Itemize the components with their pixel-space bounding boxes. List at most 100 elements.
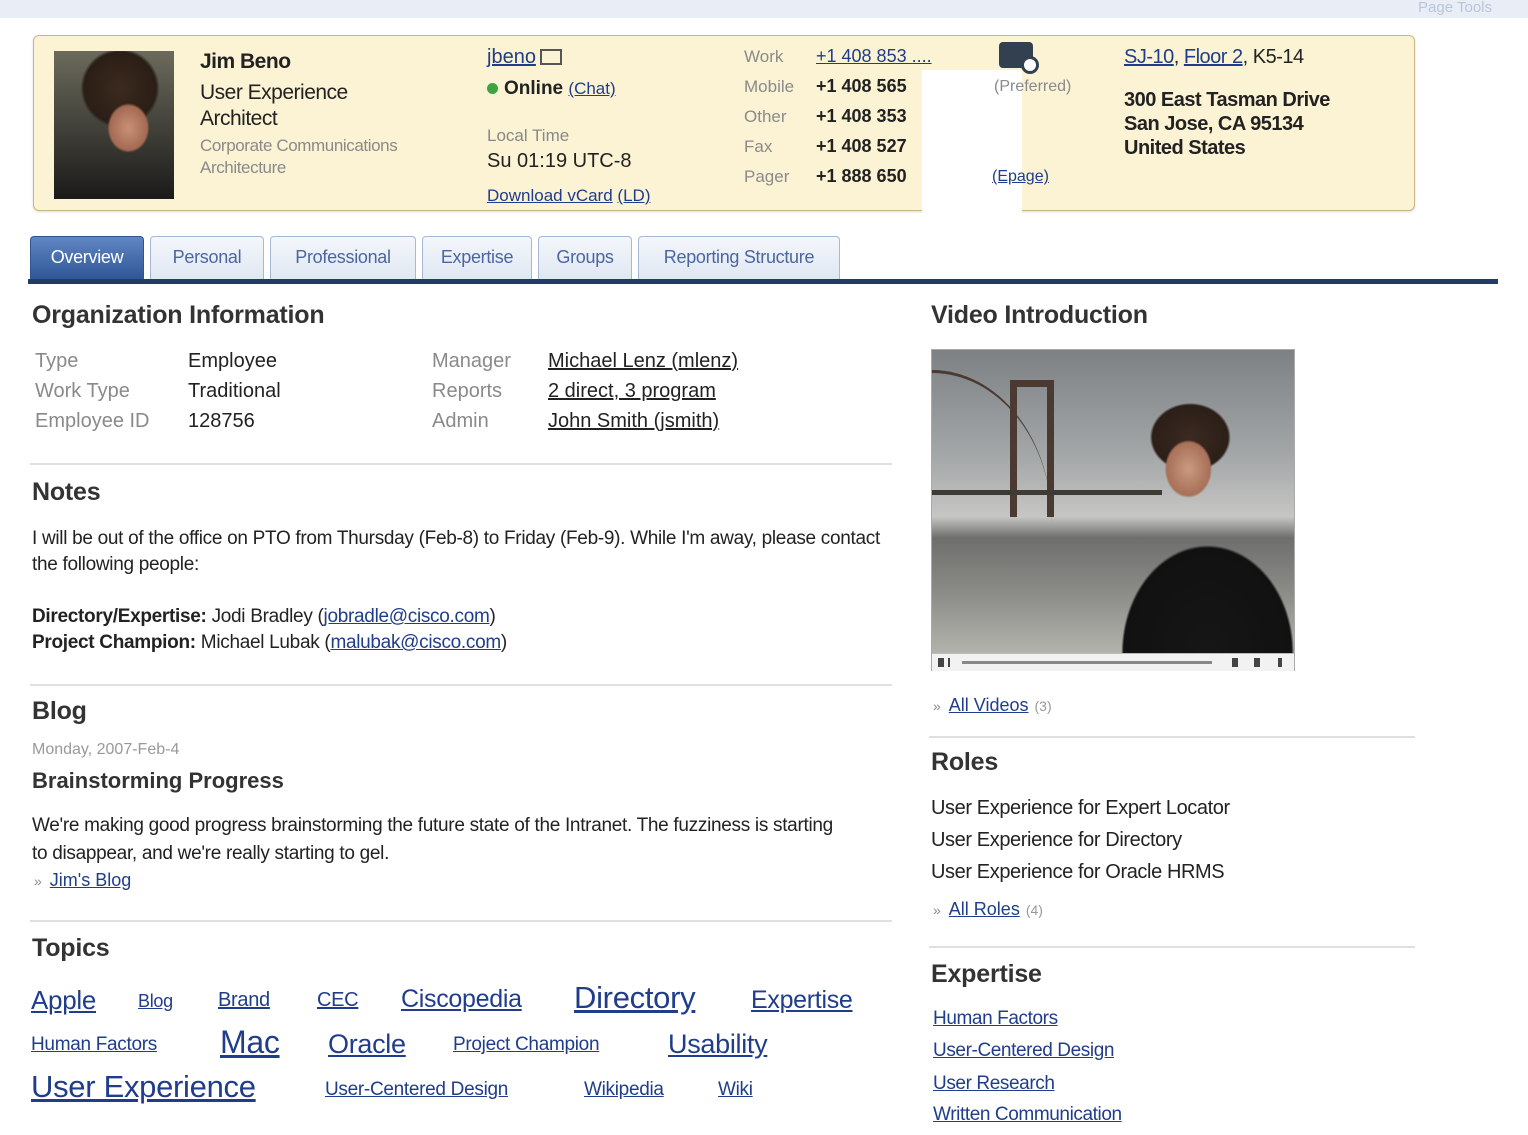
org-value: 128756 [188, 410, 255, 432]
manager-link[interactable]: Michael Lenz (mlenz) [548, 350, 738, 373]
topic-tag[interactable]: User-Centered Design [325, 1079, 508, 1101]
desk-phone-icon[interactable] [999, 42, 1039, 74]
page-tools-link[interactable]: Page Tools [1418, 0, 1492, 16]
topic-tag[interactable]: Wiki [718, 1079, 753, 1101]
presence-column: jbeno Online (Chat) Local Time Su 01:19 … [487, 46, 650, 205]
floor-link[interactable]: Floor 2 [1184, 46, 1243, 68]
role-item: User Experience for Expert Locator [931, 797, 1230, 819]
office-address: SJ-10, Floor 2, K5-14 300 East Tasman Dr… [1124, 46, 1330, 159]
topic-tag[interactable]: Blog [138, 991, 173, 1012]
all-videos-link[interactable]: All Videos [949, 695, 1029, 715]
video-more: » All Videos (3) [933, 695, 1052, 716]
vcard-extra-link[interactable]: (LD) [617, 186, 650, 205]
topic-tag[interactable]: Oracle [328, 1029, 406, 1060]
epage-link[interactable]: (Epage) [992, 168, 1049, 186]
topic-tag[interactable]: Project Champion [453, 1034, 600, 1056]
section-heading-organization: Organization Information [32, 301, 325, 329]
tab-underline [28, 279, 1498, 284]
video-count: (3) [1034, 698, 1052, 714]
userid-link[interactable]: jbeno [487, 46, 536, 68]
topic-tag[interactable]: Directory [574, 980, 696, 1016]
topic-tag[interactable]: CEC [317, 989, 359, 1012]
building-link[interactable]: SJ-10 [1124, 46, 1174, 68]
video-player[interactable] [931, 349, 1295, 671]
phone-label: Work [744, 47, 784, 66]
contact-card: Jim Beno User Experience Architect Corpo… [33, 35, 1415, 222]
phone-row-fax: Fax +1 408 527 [744, 136, 907, 157]
tab-overview[interactable]: Overview [30, 236, 144, 280]
phone-label: Pager [744, 167, 790, 186]
jims-blog-link[interactable]: Jim's Blog [50, 870, 131, 890]
phone-number: +1 408 565 [816, 76, 907, 96]
tab-groups[interactable]: Groups [538, 236, 632, 280]
email-icon[interactable] [539, 49, 562, 65]
expertise-link[interactable]: Written Communication [933, 1104, 1122, 1126]
topic-tag[interactable]: Brand [218, 989, 270, 1012]
play-icon[interactable] [938, 658, 944, 667]
video-person [1102, 390, 1294, 653]
profile-page: Page Tools Jim Beno User Experience Arch… [0, 0, 1528, 1135]
top-strip: Page Tools [0, 0, 1528, 18]
fullscreen-icon[interactable] [1278, 658, 1282, 667]
pause-icon[interactable] [948, 658, 950, 667]
phone-number: +1 408 353 [816, 106, 907, 126]
all-roles-link[interactable]: All Roles [949, 899, 1020, 919]
topic-tag[interactable]: Human Factors [31, 1034, 157, 1056]
blog-more: » Jim's Blog [34, 870, 131, 891]
volume-icon[interactable] [1254, 658, 1260, 667]
preferred-label: (Preferred) [994, 78, 1072, 95]
section-heading-topics: Topics [32, 934, 110, 962]
expertise-link[interactable]: User Research [933, 1073, 1055, 1095]
rewind-icon[interactable] [1232, 658, 1238, 667]
org-label: Admin [432, 410, 489, 432]
org-label: Manager [432, 350, 511, 372]
download-vcard-link[interactable]: Download vCard [487, 186, 613, 205]
topic-tag[interactable]: Expertise [751, 986, 853, 1015]
org-value: Traditional [188, 380, 281, 402]
local-time-value: Su 01:19 UTC-8 [487, 150, 632, 172]
admin-link[interactable]: John Smith (jsmith) [548, 410, 719, 433]
topic-tag[interactable]: Mac [220, 1024, 280, 1061]
contact-role: Directory/Expertise: [32, 606, 207, 627]
expertise-link[interactable]: Human Factors [933, 1008, 1058, 1030]
topic-tag[interactable]: Usability [668, 1029, 768, 1060]
tab-professional[interactable]: Professional [270, 236, 416, 280]
role-item: User Experience for Oracle HRMS [931, 861, 1225, 883]
contact-email-link[interactable]: malubak@cisco.com [330, 632, 501, 653]
chat-link[interactable]: (Chat) [568, 79, 615, 98]
section-heading-roles: Roles [931, 748, 999, 776]
more-arrows-icon: » [34, 873, 42, 889]
more-arrows-icon: » [933, 698, 941, 714]
local-time-label: Local Time [487, 126, 570, 145]
notes-contact: Project Champion: Michael Lubak (malubak… [32, 632, 507, 653]
topic-tag[interactable]: Wikipedia [584, 1079, 664, 1101]
org-value: Employee [188, 350, 277, 372]
work-phone-link[interactable]: +1 408 853 .... [816, 46, 932, 66]
phone-row-mobile: Mobile +1 408 565 [744, 76, 907, 97]
reports-link[interactable]: 2 direct, 3 program [548, 380, 716, 403]
address-line: United States [1124, 137, 1246, 159]
blog-body: We're making good progress brainstorming… [32, 815, 833, 864]
topic-tag[interactable]: Apple [31, 985, 96, 1016]
org-label: Employee ID [35, 410, 150, 432]
phone-number: +1 408 527 [816, 136, 907, 156]
notes-content: I will be out of the office on PTO from … [32, 526, 892, 656]
tab-personal[interactable]: Personal [150, 236, 264, 280]
contact-name: Michael Lubak [200, 632, 320, 653]
video-progress-bar[interactable] [962, 661, 1212, 664]
divider [30, 920, 892, 922]
topic-tag[interactable]: Ciscopedia [401, 985, 522, 1014]
topic-tag[interactable]: User Experience [31, 1069, 256, 1105]
video-frame [932, 350, 1294, 653]
location-line: SJ-10, Floor 2, K5-14 [1124, 46, 1304, 68]
org-label: Work Type [35, 380, 130, 402]
tab-reporting-structure[interactable]: Reporting Structure [638, 236, 840, 280]
contact-email-link[interactable]: jobradle@cisco.com [324, 606, 490, 627]
roles-more: » All Roles (4) [933, 899, 1043, 920]
video-controls [932, 653, 1294, 671]
expertise-link[interactable]: User-Centered Design [933, 1040, 1114, 1062]
cube-id: K5-14 [1252, 46, 1304, 68]
org-label: Type [35, 350, 79, 372]
tab-expertise[interactable]: Expertise [422, 236, 532, 280]
person-name: Jim Beno [200, 50, 291, 73]
